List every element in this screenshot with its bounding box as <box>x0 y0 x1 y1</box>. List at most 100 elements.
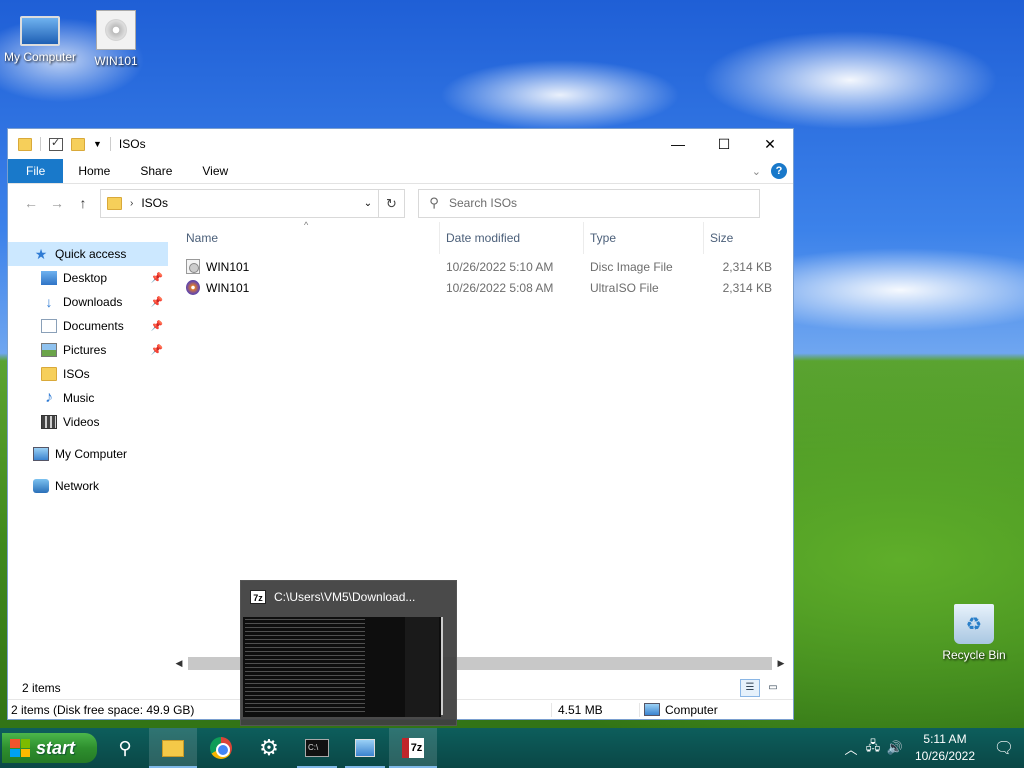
nav-quick-access[interactable]: ★ Quick access <box>8 242 168 266</box>
7zip-icon: 7z <box>402 738 424 758</box>
taskbar-7zip[interactable]: 7z <box>389 728 437 768</box>
desktop-icon-recycle-bin[interactable]: ♻ Recycle Bin <box>934 604 1014 662</box>
column-header-size[interactable]: Size <box>704 222 774 254</box>
volume-icon[interactable]: 🔊 <box>884 740 906 756</box>
file-row[interactable]: WIN101 10/26/2022 5:10 AM Disc Image Fil… <box>180 256 793 277</box>
tab-file[interactable]: File <box>8 159 64 183</box>
file-size: 2,314 KB <box>722 259 772 274</box>
pin-icon[interactable]: 📌 <box>151 297 163 308</box>
taskbar-chrome[interactable] <box>197 728 245 768</box>
chrome-icon <box>210 737 232 759</box>
console-scroll-region <box>405 617 439 717</box>
pin-icon[interactable]: 📌 <box>151 321 163 332</box>
nav-label: Quick access <box>55 247 127 261</box>
forward-arrow-icon[interactable]: → <box>44 195 70 211</box>
start-button[interactable]: start <box>2 733 97 763</box>
title-bar[interactable]: ▼ ISOs — ☐ ✕ <box>8 129 793 159</box>
taskbar-settings[interactable]: ⚙ <box>245 728 293 768</box>
nav-item-downloads[interactable]: ↓ Downloads 📌 <box>8 290 168 314</box>
taskbar-thumbnail-preview[interactable]: 7z C:\Users\VM5\Download... <box>240 580 457 726</box>
desktop-icon-label: WIN101 <box>94 54 138 68</box>
gear-icon: ⚙ <box>259 735 279 760</box>
tab-share[interactable]: Share <box>125 159 187 183</box>
back-arrow-icon[interactable]: ← <box>18 195 44 211</box>
tab-home[interactable]: Home <box>63 159 125 183</box>
desktop-icon-my-computer[interactable]: My Computer <box>0 10 80 64</box>
show-hidden-icons-chevron-icon[interactable]: ︿ <box>840 739 862 758</box>
nav-label: Pictures <box>63 343 107 357</box>
notifications-icon[interactable]: 🗨 <box>984 738 1024 758</box>
nav-network[interactable]: Network <box>8 474 168 498</box>
console-output-preview <box>245 619 365 715</box>
sort-caret-icon: ^ <box>304 220 309 230</box>
status-location-label: Computer <box>665 702 718 717</box>
documents-icon <box>41 319 57 333</box>
scroll-right-icon[interactable]: ▶ <box>774 658 788 669</box>
column-header-type[interactable]: Type <box>584 222 704 254</box>
desktop-icon-win101[interactable]: WIN101 <box>76 10 156 68</box>
help-icon[interactable]: ? <box>771 163 787 179</box>
nav-label: Documents <box>63 319 124 333</box>
taskbar-file-explorer[interactable] <box>149 728 197 768</box>
nav-item-pictures[interactable]: Pictures 📌 <box>8 338 168 362</box>
refresh-icon[interactable]: ↻ <box>378 189 404 217</box>
divider <box>109 137 111 151</box>
music-icon: ♪ <box>45 389 53 406</box>
taskbar-search-button[interactable]: ⚲ <box>101 728 149 768</box>
breadcrumb-isos[interactable]: ISOs <box>141 196 358 210</box>
search-input[interactable]: Search ISOs <box>449 196 517 210</box>
nav-item-videos[interactable]: Videos <box>8 410 168 434</box>
maximize-button[interactable]: ☐ <box>701 129 747 159</box>
properties-icon[interactable] <box>49 136 63 151</box>
tab-view[interactable]: View <box>187 159 243 183</box>
folder-icon <box>18 137 32 151</box>
status-location: Computer <box>639 702 718 717</box>
column-header-name[interactable]: Name <box>180 222 440 254</box>
divider <box>40 137 41 151</box>
desktop-icon <box>41 271 57 285</box>
command-window-preview[interactable] <box>243 617 441 717</box>
file-explorer-icon <box>162 739 184 757</box>
large-icons-view-icon[interactable]: ▭ <box>763 679 783 697</box>
file-name-cell: WIN101 <box>180 256 440 277</box>
nav-item-documents[interactable]: Documents 📌 <box>8 314 168 338</box>
up-arrow-icon[interactable]: ↑ <box>70 195 96 211</box>
system-tray: ︿ 🖧 🔊 5:11 AM 10/26/2022 🗨 <box>840 728 1024 768</box>
search-icon: ⚲ <box>118 737 132 758</box>
pin-icon[interactable]: 📌 <box>151 345 163 356</box>
network-icon[interactable]: 🖧 <box>862 737 884 759</box>
column-headers: ^ Name Date modified Type Size <box>180 220 793 254</box>
computer-icon <box>644 703 660 716</box>
column-header-date[interactable]: Date modified <box>440 222 584 254</box>
nav-item-music[interactable]: ♪ Music <box>8 386 168 410</box>
taskbar-command-prompt[interactable]: C:\ <box>293 728 341 768</box>
close-button[interactable]: ✕ <box>747 129 793 159</box>
taskbar: start ⚲ ⚙ C:\ 7z ︿ 🖧 🔊 5:11 AM 10/26/202… <box>0 728 1024 768</box>
nav-my-computer[interactable]: My Computer <box>8 442 168 466</box>
file-row[interactable]: WIN101 10/26/2022 5:08 AM UltraISO File … <box>180 277 793 298</box>
nav-label: Downloads <box>63 295 123 309</box>
clock-time: 5:11 AM <box>923 732 967 746</box>
nav-item-isos[interactable]: ISOs <box>8 362 168 386</box>
minimize-button[interactable]: — <box>655 129 701 159</box>
videos-icon <box>41 415 57 429</box>
taskbar-my-computer[interactable] <box>341 728 389 768</box>
search-box[interactable]: ⚲ Search ISOs <box>418 188 760 218</box>
expand-ribbon-chevron-icon[interactable]: ⌄ <box>752 165 761 178</box>
nav-item-desktop[interactable]: Desktop 📌 <box>8 266 168 290</box>
nav-label: Music <box>63 391 95 405</box>
address-bar[interactable]: › ISOs ⌄ ↻ <box>100 188 405 218</box>
scroll-left-icon[interactable]: ◀ <box>172 658 186 669</box>
pin-icon[interactable]: 📌 <box>151 273 163 284</box>
desktop-icon-label: My Computer <box>3 50 77 64</box>
clock[interactable]: 5:11 AM 10/26/2022 <box>906 731 984 765</box>
new-folder-icon[interactable] <box>71 137 85 151</box>
search-icon: ⚲ <box>429 195 439 210</box>
chevron-down-icon[interactable]: ⌄ <box>358 198 378 209</box>
computer-icon <box>20 16 60 46</box>
nav-label: My Computer <box>55 447 128 461</box>
details-view-icon[interactable]: ☰ <box>740 679 760 697</box>
item-count: 2 items <box>22 681 61 695</box>
customize-toolbar-chevron-icon[interactable]: ▼ <box>93 139 102 149</box>
breadcrumb-separator[interactable]: › <box>130 198 133 209</box>
